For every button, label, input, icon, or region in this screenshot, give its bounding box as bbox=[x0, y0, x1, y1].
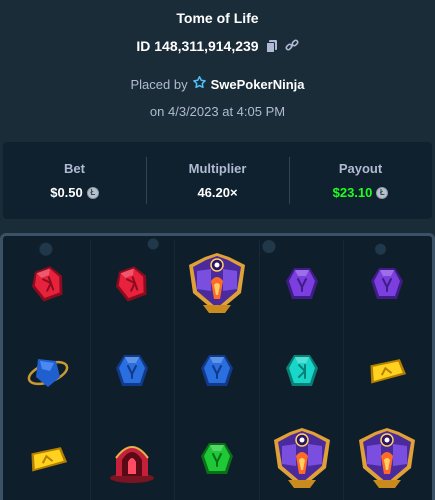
reel-cell bbox=[6, 240, 91, 328]
multiplier-value-row: 46.20× bbox=[197, 185, 237, 200]
reel-cell bbox=[91, 415, 176, 500]
placed-by-row: Placed by SwePokerNinja bbox=[0, 76, 435, 92]
payout-value: $23.10 bbox=[332, 185, 373, 200]
reel-cell bbox=[344, 415, 429, 500]
red-gem-icon bbox=[28, 263, 68, 305]
bet-value-row: $0.50 Ł bbox=[50, 185, 99, 200]
bet-value: $0.50 bbox=[50, 185, 83, 200]
reel-cell bbox=[260, 415, 345, 500]
payout-label: Payout bbox=[338, 161, 383, 176]
bet-id-row: ID 148,311,914,239 bbox=[0, 38, 435, 54]
litecoin-icon: Ł bbox=[376, 186, 389, 199]
star-badge-icon bbox=[192, 76, 206, 92]
copy-icon[interactable] bbox=[265, 39, 279, 53]
link-icon[interactable] bbox=[285, 39, 299, 53]
payout-value-row: $23.10 Ł bbox=[333, 185, 389, 200]
blue-gem-icon bbox=[197, 350, 237, 392]
tome-wild-icon bbox=[355, 426, 419, 492]
payout-stat: Payout $23.10 Ł bbox=[289, 142, 432, 219]
tome-wild-icon bbox=[185, 251, 249, 317]
litecoin-icon: Ł bbox=[86, 186, 99, 199]
reel-cell bbox=[260, 327, 345, 416]
reel-cell bbox=[91, 327, 176, 416]
multiplier-label: Multiplier bbox=[188, 161, 247, 176]
yellow-gem-icon bbox=[27, 442, 69, 476]
reel-grid bbox=[6, 240, 429, 500]
placed-by-label: Placed by bbox=[130, 76, 188, 92]
reel-cell bbox=[344, 240, 429, 328]
multiplier-value: 46.20× bbox=[197, 185, 238, 200]
username-link[interactable]: SwePokerNinja bbox=[211, 77, 305, 92]
game-title: Tome of Life bbox=[176, 10, 259, 26]
reel-cell bbox=[260, 240, 345, 328]
tome-wild-icon bbox=[270, 426, 334, 492]
bet-id: ID 148,311,914,239 bbox=[136, 38, 259, 54]
bet-stats-panel: Bet $0.50 Ł Multiplier 46.20× Payout $23… bbox=[3, 142, 432, 219]
bet-stat: Bet $0.50 Ł bbox=[3, 142, 146, 219]
reel-cell bbox=[175, 240, 260, 328]
multiplier-stat: Multiplier 46.20× bbox=[146, 142, 289, 219]
reel-cell bbox=[6, 415, 91, 500]
reel-cell bbox=[344, 328, 429, 416]
reel-cell bbox=[175, 327, 260, 416]
yellow-gem-icon bbox=[366, 354, 408, 388]
bet-label: Bet bbox=[64, 161, 85, 176]
red-gem-icon bbox=[112, 263, 152, 305]
green-gem-icon bbox=[197, 438, 237, 480]
reel-cell bbox=[91, 240, 176, 328]
reel-cell bbox=[6, 327, 91, 416]
purple-gem-icon bbox=[367, 263, 407, 305]
reel-cell bbox=[175, 415, 260, 500]
purple-gem-icon bbox=[282, 263, 322, 305]
slot-board bbox=[0, 233, 435, 500]
bet-date: on 4/3/2023 at 4:05 PM bbox=[149, 104, 286, 119]
blue-gem-icon bbox=[112, 350, 152, 392]
red-arch-icon bbox=[108, 434, 156, 484]
cyan-gem-icon bbox=[282, 350, 322, 392]
blue-scarab-icon bbox=[24, 349, 72, 393]
